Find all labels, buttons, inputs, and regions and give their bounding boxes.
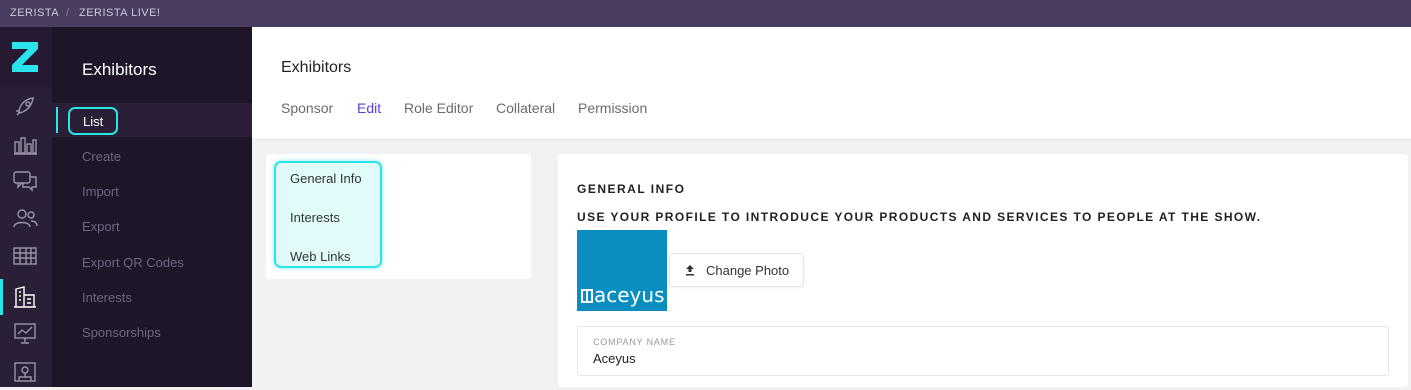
event-link[interactable]: ZERISTA LIVE!: [79, 7, 161, 19]
table-icon[interactable]: [11, 242, 39, 270]
change-photo-button[interactable]: Change Photo: [669, 253, 804, 287]
aceyus-mark-icon: [581, 289, 593, 303]
sidebar-item-interests[interactable]: Interests: [82, 290, 132, 305]
tab-role-editor[interactable]: Role Editor: [404, 100, 473, 116]
presentation-icon[interactable]: [11, 319, 39, 347]
tab-permission[interactable]: Permission: [578, 100, 647, 116]
sidebar-item-label[interactable]: List: [83, 114, 103, 129]
upload-icon: [686, 265, 694, 276]
tab-collateral[interactable]: Collateral: [496, 100, 555, 116]
sidebar-item-sponsorships[interactable]: Sponsorships: [82, 325, 161, 340]
building-icon[interactable]: [11, 283, 39, 311]
sidebar-item-export[interactable]: Export: [82, 219, 120, 234]
sidebar: Exhibitors List Create Import Export Exp…: [52, 27, 252, 387]
section-link-interests[interactable]: Interests: [290, 210, 340, 225]
top-bar: ZERISTA / ZERISTA LIVE!: [0, 0, 1411, 27]
icon-rail: [0, 27, 52, 387]
sidebar-title: Exhibitors: [82, 60, 157, 79]
rocket-icon[interactable]: [11, 93, 39, 121]
sidebar-item-export-qr-codes[interactable]: Export QR Codes: [82, 255, 184, 270]
section-subtitle: USE YOUR PROFILE TO INTRODUCE YOUR PRODU…: [577, 210, 1262, 224]
bar-chart-icon[interactable]: [11, 130, 39, 158]
section-link-web-links[interactable]: Web Links: [290, 249, 350, 264]
company-logo: aceyus: [577, 230, 667, 311]
chat-icon[interactable]: [11, 167, 39, 195]
sidebar-item-import[interactable]: Import: [82, 184, 119, 199]
map-icon[interactable]: [11, 357, 39, 385]
company-logo-text: aceyus: [581, 283, 665, 307]
zerista-logo-icon[interactable]: [0, 27, 52, 87]
tab-sponsor[interactable]: Sponsor: [281, 100, 333, 116]
tab-edit[interactable]: Edit: [357, 100, 381, 116]
breadcrumb-separator: /: [66, 7, 70, 19]
sidebar-active-indicator: [56, 107, 58, 133]
change-photo-label: Change Photo: [706, 263, 790, 278]
company-name-field[interactable]: COMPANY NAME Aceyus: [577, 326, 1389, 376]
page-header: Exhibitors Sponsor Edit Role Editor Coll…: [252, 27, 1411, 140]
company-name-label: COMPANY NAME: [593, 337, 676, 347]
people-icon[interactable]: [11, 204, 39, 232]
active-rail-indicator: [0, 279, 3, 315]
section-title: GENERAL INFO: [577, 182, 686, 196]
brand-link[interactable]: ZERISTA: [10, 7, 59, 19]
page-title: Exhibitors: [281, 59, 352, 76]
section-link-general-info[interactable]: General Info: [290, 171, 362, 186]
sidebar-item-create[interactable]: Create: [82, 149, 121, 164]
company-name-input[interactable]: Aceyus: [593, 351, 636, 366]
